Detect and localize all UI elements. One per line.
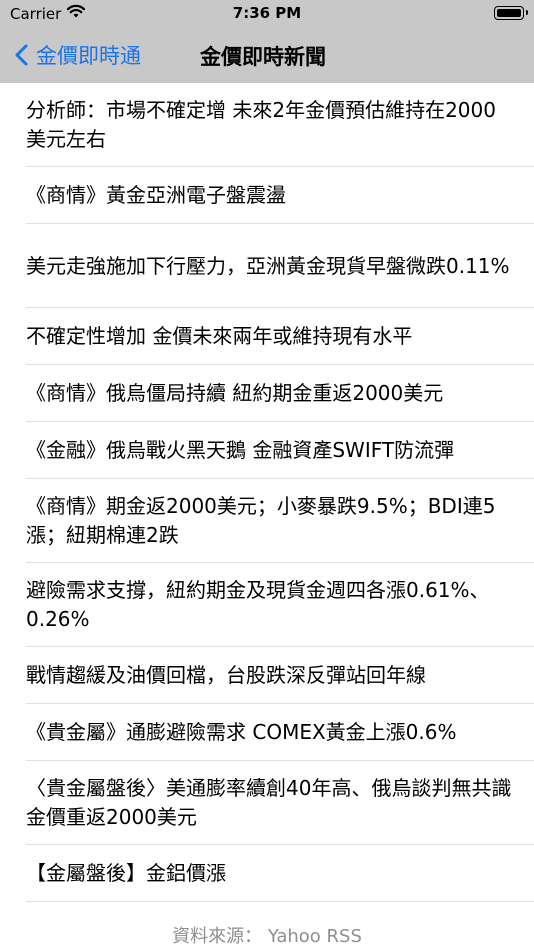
news-title: 【金屬盤後】金鋁價漲: [26, 861, 226, 885]
news-item[interactable]: 【金屬盤後】金鋁價漲: [0, 845, 534, 902]
news-item[interactable]: 《商情》黃金亞洲電子盤震盪: [0, 167, 534, 224]
news-item[interactable]: 分析師：市場不確定增 未來2年金價預估維持在2000美元左右: [0, 83, 534, 167]
news-list: 分析師：市場不確定增 未來2年金價預估維持在2000美元左右 《商情》黃金亞洲電…: [0, 83, 534, 902]
data-source-footer: 資料來源： Yahoo RSS: [172, 926, 362, 947]
news-item[interactable]: 避險需求支撐，紐約期金及現貨金週四各漲0.61%、0.26%: [0, 563, 534, 647]
news-title: 〈貴金屬盤後〉美通膨率續創40年高、俄烏談判無共識 金價重返2000美元: [26, 776, 512, 829]
status-bar: Carrier 7:36 PM: [0, 0, 534, 28]
news-item[interactable]: 《貴金屬》通膨避險需求 COMEX黃金上漲0.6%: [0, 704, 534, 761]
news-title: 避險需求支撐，紐約期金及現貨金週四各漲0.61%、0.26%: [26, 578, 490, 631]
news-title: 《商情》俄烏僵局持續 紐約期金重返2000美元: [26, 381, 444, 405]
back-button[interactable]: 金價即時通: [14, 40, 141, 70]
news-item[interactable]: 不確定性增加 金價未來兩年或維持現有水平: [0, 308, 534, 365]
page-title: 金價即時新聞: [200, 45, 326, 69]
news-title: 《商情》期金返2000美元；小麥暴跌9.5%；BDI連5漲；紐期棉連2跌: [26, 494, 496, 547]
news-title: 戰情趨緩及油價回檔，台股跌深反彈站回年線: [26, 663, 426, 687]
news-title: 分析師：市場不確定增 未來2年金價預估維持在2000美元左右: [26, 98, 496, 151]
news-item[interactable]: 美元走強施加下行壓力，亞洲黃金現貨早盤微跌0.11%: [0, 224, 534, 308]
news-item[interactable]: 〈貴金屬盤後〉美通膨率續創40年高、俄烏談判無共識 金價重返2000美元: [0, 761, 534, 845]
header: Carrier 7:36 PM 金價即時通 金價即時新聞: [0, 0, 534, 83]
news-item[interactable]: 《商情》期金返2000美元；小麥暴跌9.5%；BDI連5漲；紐期棉連2跌: [0, 479, 534, 563]
news-title: 《商情》黃金亞洲電子盤震盪: [26, 183, 286, 207]
chevron-left-icon: [15, 44, 28, 66]
news-item[interactable]: 《金融》俄烏戰火黑天鵝 金融資產SWIFT防流彈: [0, 422, 534, 479]
news-title: 不確定性增加 金價未來兩年或維持現有水平: [26, 324, 413, 348]
navigation-bar: 金價即時通 金價即時新聞: [0, 28, 534, 83]
status-time: 7:36 PM: [232, 4, 302, 22]
news-item[interactable]: 《商情》俄烏僵局持續 紐約期金重返2000美元: [0, 365, 534, 422]
back-button-label: 金價即時通: [36, 44, 141, 68]
news-item[interactable]: 戰情趨緩及油價回檔，台股跌深反彈站回年線: [0, 647, 534, 704]
battery-icon: [494, 6, 528, 20]
news-title: 美元走強施加下行壓力，亞洲黃金現貨早盤微跌0.11%: [26, 253, 510, 278]
news-title: 《金融》俄烏戰火黑天鵝 金融資產SWIFT防流彈: [26, 438, 455, 462]
news-title: 《貴金屬》通膨避險需求 COMEX黃金上漲0.6%: [26, 720, 457, 744]
